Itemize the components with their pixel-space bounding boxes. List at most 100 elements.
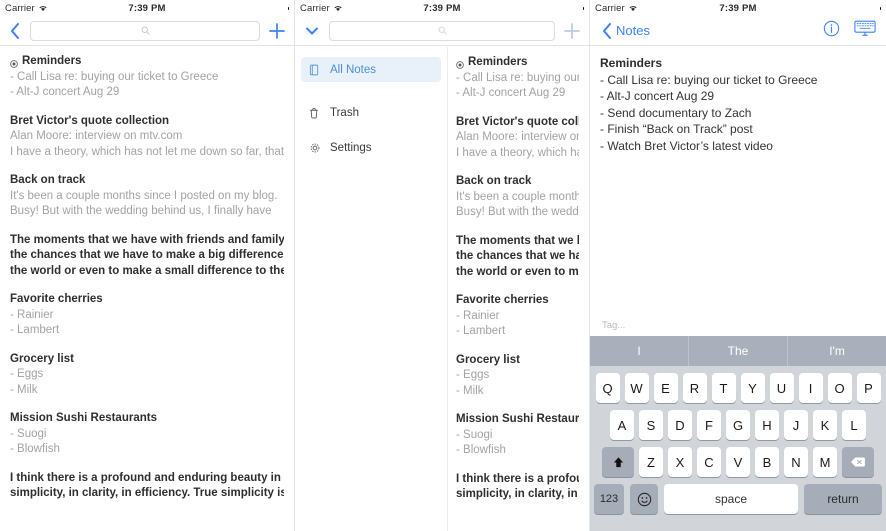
- note-preview-line: - Lambert: [456, 325, 506, 337]
- key-m[interactable]: M: [813, 447, 837, 477]
- note-title: Favorite cherries: [456, 294, 549, 306]
- key-l[interactable]: L: [842, 410, 866, 440]
- tag-input[interactable]: Tag...: [590, 314, 886, 336]
- note-icon: [309, 63, 321, 76]
- suggestion-2[interactable]: The: [689, 336, 788, 366]
- key-o[interactable]: O: [827, 373, 852, 403]
- keyboard-row-2: ASDFGHJKL: [590, 410, 886, 440]
- editor-note-title: Reminders: [600, 56, 663, 70]
- status-time: 7:39 PM: [719, 2, 757, 14]
- key-e[interactable]: E: [653, 373, 678, 403]
- note-title: Reminders: [10, 54, 284, 70]
- note-list-item[interactable]: Reminders- Call Lisa re: buying our tic -…: [456, 55, 579, 102]
- editor-note-line: - Finish “Back on Track” post: [600, 122, 753, 136]
- note-title-continuation: simplicity, in clarity, in effi: [456, 488, 579, 500]
- key-k[interactable]: K: [813, 410, 837, 440]
- key-f[interactable]: F: [697, 410, 721, 440]
- note-list-item[interactable]: Grocery list - Eggs - Milk: [10, 352, 284, 399]
- key-w[interactable]: W: [624, 373, 649, 403]
- editor-note-line: - Send documentary to Zach: [600, 105, 752, 120]
- emoji-icon[interactable]: [630, 484, 658, 514]
- search-input[interactable]: [30, 20, 260, 41]
- keyboard-row-1: QWERTYUIOP: [590, 373, 886, 403]
- navbar-middle: [295, 16, 589, 46]
- note-preview-line: Alan Moore: interview on m: [456, 131, 579, 143]
- note-title: Bret Victor's quote collecti: [456, 115, 579, 128]
- note-list-item[interactable]: I think there is a profound simplicity, i…: [456, 472, 579, 503]
- editor-note-line: - Call Lisa re: buying our ticket to Gre…: [600, 72, 818, 87]
- note-title-continuation: the world or even to make a small differ…: [10, 264, 284, 277]
- note-list-item[interactable]: I think there is a profound and enduring…: [10, 471, 284, 502]
- numbers-key[interactable]: 123: [594, 484, 624, 514]
- key-p[interactable]: P: [856, 373, 881, 403]
- note-list-item[interactable]: The moments that we hav the chances that …: [456, 234, 579, 281]
- key-a[interactable]: A: [610, 410, 634, 440]
- key-x[interactable]: X: [668, 447, 692, 477]
- key-u[interactable]: U: [769, 373, 794, 403]
- delete-key[interactable]: [842, 447, 874, 477]
- key-s[interactable]: S: [639, 410, 663, 440]
- note-list-left[interactable]: Reminders - Call Lisa re: buying our tick…: [0, 46, 294, 502]
- note-list-item[interactable]: Reminders - Call Lisa re: buying our tick…: [10, 54, 284, 101]
- note-preview-line: - Eggs: [10, 368, 44, 380]
- note-list-item[interactable]: Back on track It's been a couple months s…: [10, 173, 284, 220]
- key-q[interactable]: Q: [595, 373, 620, 403]
- sidebar-item-all-notes[interactable]: All Notes: [301, 57, 441, 82]
- note-list-item[interactable]: Back on track It's been a couple months Bu…: [456, 174, 579, 221]
- note-preview-line: - Milk: [456, 384, 484, 397]
- note-list-item[interactable]: The moments that we have with friends an…: [10, 233, 284, 280]
- note-list-item[interactable]: Bret Victor's quote collection Alan Moore…: [10, 114, 284, 161]
- note-preview-line: - Lambert: [10, 324, 60, 336]
- sidebar-item-trash[interactable]: Trash: [301, 100, 441, 125]
- note-preview-line: - Blowfish: [10, 443, 60, 455]
- search-input[interactable]: [329, 20, 555, 41]
- suggestion-3[interactable]: I'm: [788, 336, 886, 366]
- key-b[interactable]: B: [755, 447, 779, 477]
- note-title: Bret Victor's quote collection: [10, 114, 170, 127]
- back-to-notes-button[interactable]: Notes: [600, 21, 650, 41]
- key-r[interactable]: R: [682, 373, 707, 403]
- note-preview-line: - Milk: [10, 383, 38, 396]
- return-key[interactable]: return: [804, 484, 882, 514]
- key-v[interactable]: V: [726, 447, 750, 477]
- add-note-button[interactable]: [268, 22, 286, 40]
- sidebar-item-settings[interactable]: Settings: [301, 135, 441, 160]
- info-circle-icon[interactable]: [823, 20, 840, 42]
- battery-icon: [859, 4, 881, 13]
- key-t[interactable]: T: [711, 373, 736, 403]
- note-title: Back on track: [456, 175, 532, 187]
- note-list-item[interactable]: Grocery list - Eggs - Milk: [456, 353, 579, 400]
- note-list-item[interactable]: Bret Victor's quote collecti Alan Moore: …: [456, 115, 579, 162]
- key-y[interactable]: Y: [740, 373, 765, 403]
- add-note-button[interactable]: [563, 22, 581, 40]
- keyboard-icon[interactable]: [854, 20, 876, 42]
- note-list-item[interactable]: Favorite cherries - Rainier - Lambert: [10, 292, 284, 339]
- battery-icon: [267, 4, 289, 13]
- predictive-suggestion-bar: I The I'm: [590, 336, 886, 366]
- note-preview-line: Busy! But with the wedding behind us, I …: [10, 205, 272, 217]
- trash-icon: [309, 106, 321, 119]
- chevron-down-icon[interactable]: [303, 22, 321, 40]
- suggestion-1[interactable]: I: [590, 336, 689, 366]
- note-list-middle-wrapper: Reminders- Call Lisa re: buying our tic -…: [448, 47, 589, 531]
- chevron-left-icon[interactable]: [8, 21, 22, 41]
- key-j[interactable]: J: [784, 410, 808, 440]
- key-h[interactable]: H: [755, 410, 779, 440]
- note-editor-body[interactable]: Reminders - Call Lisa re: buying our tick…: [590, 46, 886, 154]
- note-list-item[interactable]: Favorite cherries - Rainier - Lambert: [456, 293, 579, 340]
- key-d[interactable]: D: [668, 410, 692, 440]
- note-list-item[interactable]: Mission Sushi Restaurants - Suogi - Blowfi…: [456, 412, 579, 459]
- status-battery-group: [562, 4, 584, 13]
- key-n[interactable]: N: [784, 447, 808, 477]
- note-list-item[interactable]: Mission Sushi Restaurants - Suogi - Blowfi…: [10, 411, 284, 458]
- note-list-middle[interactable]: Reminders- Call Lisa re: buying our tic -…: [448, 47, 589, 503]
- pin-icon: [456, 59, 464, 69]
- status-bar-right: Carrier 7:39 PM: [590, 0, 886, 16]
- shift-key[interactable]: [602, 447, 634, 477]
- space-key[interactable]: space: [664, 484, 798, 514]
- key-z[interactable]: Z: [639, 447, 663, 477]
- key-i[interactable]: I: [798, 373, 823, 403]
- key-c[interactable]: C: [697, 447, 721, 477]
- note-preview-line: - Suogi: [10, 427, 47, 440]
- key-g[interactable]: G: [726, 410, 750, 440]
